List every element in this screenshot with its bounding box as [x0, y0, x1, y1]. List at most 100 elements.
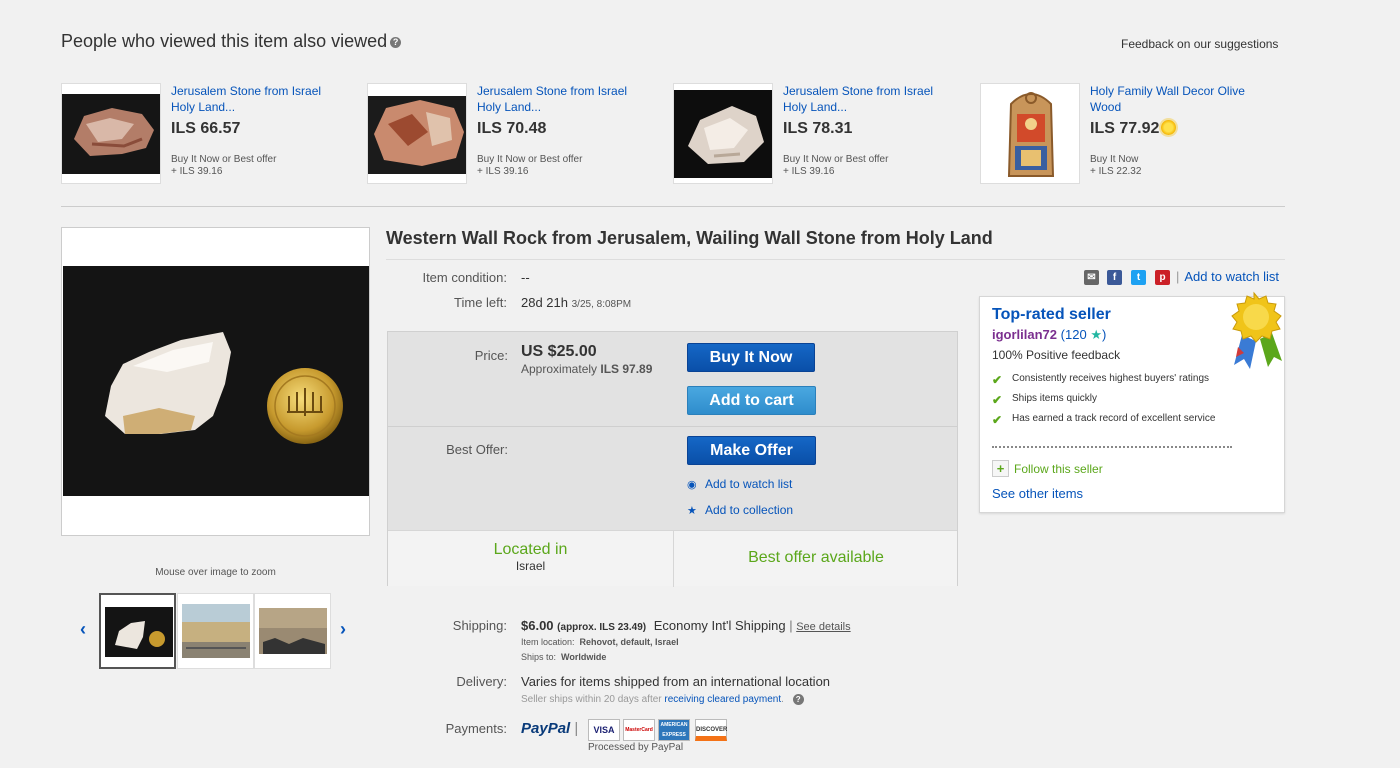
buy-it-now-button[interactable]: Buy It Now [687, 343, 815, 372]
card-shipping: + ILS 39.16 [171, 166, 223, 177]
watch-list-link-label[interactable]: Add to watch list [705, 477, 792, 491]
card-title[interactable]: Jerusalem Stone from Israel Holy Land... [171, 83, 331, 115]
product-thumbnail[interactable] [367, 83, 467, 184]
panel-divider [388, 426, 957, 427]
gallery-thumbnail[interactable] [254, 593, 331, 669]
card-shipping: + ILS 39.16 [477, 166, 529, 177]
paypal-logo: PayPal | [521, 720, 578, 737]
feedback-suggestions-link[interactable]: Feedback on our suggestions [1121, 37, 1278, 51]
located-in-label: Located in [493, 541, 568, 558]
product-thumbnail[interactable] [673, 83, 773, 184]
delivery-note-suffix: . [781, 694, 784, 705]
gallery-thumbnail[interactable] [99, 593, 176, 669]
cleared-payment-link[interactable]: receiving cleared payment [664, 694, 781, 705]
ships-to-value: Worldwide [561, 652, 607, 662]
approx-value: ILS 97.89 [600, 362, 653, 376]
card-title[interactable]: Holy Family Wall Decor Olive Wood [1090, 83, 1250, 115]
chevron-left-icon[interactable]: ‹ [80, 619, 86, 640]
watch-list-link[interactable]: Add to watch list [1184, 269, 1279, 284]
seller-point-text: Ships items quickly [1012, 393, 1098, 404]
watch-list-link[interactable]: ◉ Add to watch list [687, 477, 792, 491]
see-details-link[interactable]: See details [796, 621, 850, 633]
follow-seller-link[interactable]: + Follow this seller [992, 460, 1103, 477]
buy-box: Price: US $25.00 Approximately ILS 97.89… [387, 331, 958, 587]
seller-point: ✔ Ships items quickly [992, 393, 1232, 407]
eye-icon: ◉ [687, 479, 697, 491]
title-divider [386, 259, 1285, 260]
panel-footer: Located in Israel Best offer available [388, 530, 957, 587]
discover-icon: DISCOVER [695, 719, 727, 741]
email-icon[interactable]: ✉ [1084, 270, 1099, 285]
facebook-icon[interactable]: f [1107, 270, 1122, 285]
collection-link[interactable]: ★ Add to collection [687, 503, 793, 517]
also-viewed-card[interactable]: Jerusalem Stone from Israel Holy Land...… [673, 83, 963, 185]
delivery-value: Varies for items shipped from an interna… [521, 674, 831, 689]
card-format: Buy It Now or Best offer [783, 154, 889, 165]
main-product-image[interactable] [63, 266, 369, 496]
card-price: ILS 77.92 [1090, 120, 1177, 138]
plus-icon: + [992, 460, 1009, 477]
card-price-value: ILS 77.92 [1090, 120, 1160, 137]
pinterest-icon[interactable]: p [1155, 270, 1170, 285]
follow-seller-label[interactable]: Follow this seller [1014, 462, 1103, 476]
time-left-label: Time left: [454, 295, 507, 310]
check-icon: ✔ [992, 413, 1003, 427]
product-thumbnail[interactable] [61, 83, 161, 184]
check-icon: ✔ [992, 393, 1003, 407]
top-rated-seller-title: Top-rated seller [992, 306, 1111, 323]
shipping-approx: (approx. ILS 23.49) [557, 622, 647, 633]
feedback-score-value[interactable]: 120 [1065, 327, 1087, 342]
seller-point-text: Consistently receives highest buyers' ra… [1012, 373, 1210, 384]
time-left-end: 3/25, 8:08PM [571, 299, 632, 310]
location-box: Located in Israel [388, 531, 673, 587]
twitter-icon[interactable]: t [1131, 270, 1146, 285]
positive-feedback: 100% Positive feedback [992, 348, 1121, 362]
also-viewed-card[interactable]: Holy Family Wall Decor Olive Wood ILS 77… [980, 83, 1270, 185]
help-icon[interactable]: ? [390, 37, 402, 48]
condition-value: -- [521, 270, 530, 285]
shipping-label: Shipping: [452, 618, 507, 633]
also-viewed-heading: People who viewed this item also viewed? [61, 31, 402, 52]
add-to-cart-button[interactable]: Add to cart [687, 386, 816, 415]
also-viewed-card[interactable]: Jerusalem Stone from Israel Holy Land...… [61, 83, 351, 185]
seller-username[interactable]: igorlilan72 [992, 327, 1057, 342]
card-price: ILS 70.48 [477, 120, 547, 137]
help-icon[interactable]: ? [792, 694, 804, 705]
feedback-score[interactable]: (120 ★) [1061, 327, 1107, 342]
approx-label: Approximately [521, 362, 598, 376]
paypal-wordmark: PayPal [521, 720, 571, 737]
seller-user: igorlilan72 (120 ★) [992, 327, 1106, 343]
amex-icon: AMERICAN EXPRESS [658, 719, 690, 741]
make-offer-button[interactable]: Make Offer [687, 436, 816, 465]
seller-info-box: Top-rated seller igorlilan72 (120 ★) 100… [979, 291, 1285, 513]
product-thumbnail[interactable] [980, 83, 1080, 184]
item-location: Item location: Rehovot, default, Israel [521, 637, 679, 647]
main-image-container[interactable] [61, 227, 370, 536]
shipping-method: Economy Int'l Shipping [653, 618, 786, 633]
also-viewed-card[interactable]: Jerusalem Stone from Israel Holy Land...… [367, 83, 657, 185]
ships-to-label: Ships to: [521, 652, 557, 662]
top-rated-plus-icon [1161, 120, 1177, 135]
gallery-thumbnail[interactable] [177, 593, 254, 669]
top-rated-badge-icon [1224, 291, 1286, 371]
dotted-divider [992, 446, 1232, 448]
star-icon: ★ [687, 505, 697, 517]
approx-price: Approximately ILS 97.89 [521, 362, 652, 376]
best-offer-available: Best offer available [748, 549, 884, 566]
add-to-watch-list-top[interactable]: | Add to watch list [1176, 269, 1279, 284]
collection-link-label[interactable]: Add to collection [705, 503, 793, 517]
visa-icon: VISA [588, 719, 620, 741]
card-price: ILS 66.57 [171, 120, 241, 137]
divider: | [789, 618, 793, 633]
item-location-value: Rehovot, default, Israel [579, 637, 679, 647]
card-format: Buy It Now or Best offer [477, 154, 583, 165]
seller-point-text: Has earned a track record of excellent s… [1012, 413, 1216, 424]
processed-by-paypal: Processed by PayPal [588, 742, 684, 753]
card-title[interactable]: Jerusalem Stone from Israel Holy Land... [783, 83, 943, 115]
item-title: Western Wall Rock from Jerusalem, Wailin… [386, 228, 993, 248]
delivery-note-prefix: Seller ships within 20 days after [521, 694, 662, 705]
chevron-right-icon[interactable]: › [340, 619, 346, 640]
card-title[interactable]: Jerusalem Stone from Israel Holy Land... [477, 83, 637, 115]
see-other-items-link[interactable]: See other items [992, 486, 1083, 501]
shipping-cost: $6.00 [521, 618, 554, 633]
